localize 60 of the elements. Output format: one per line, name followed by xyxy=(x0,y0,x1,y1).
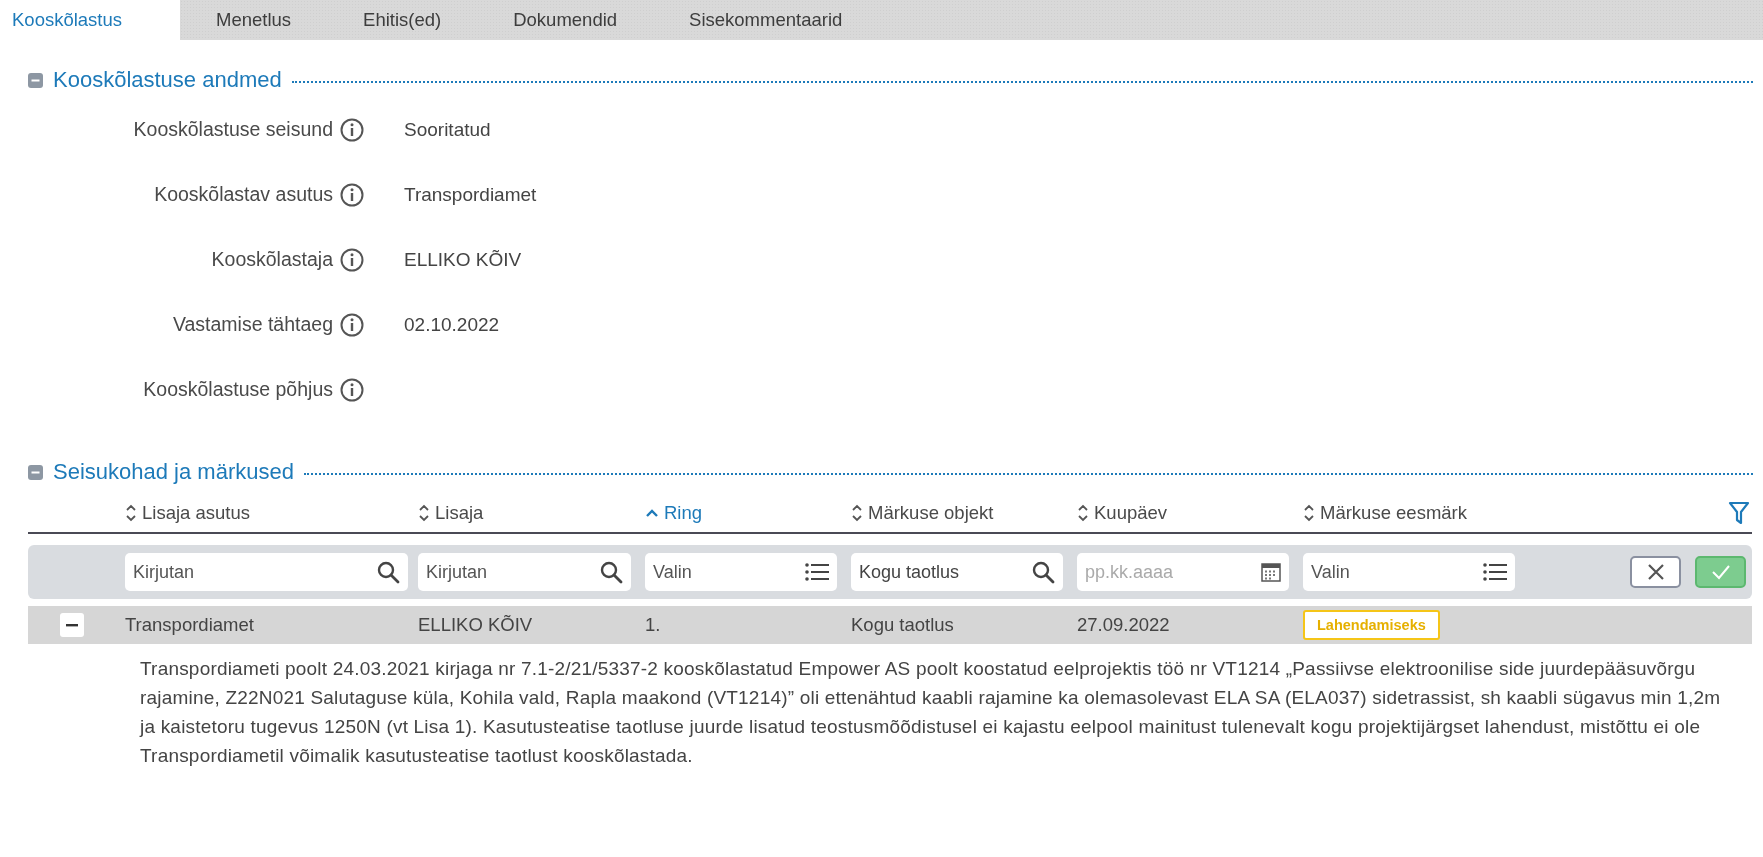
tab[interactable]: Ehitis(ed) xyxy=(327,0,478,40)
sort-icon[interactable] xyxy=(418,503,430,523)
tab[interactable]: Menetlus xyxy=(180,0,328,40)
collapse-toggle[interactable] xyxy=(28,72,43,88)
search-icon[interactable] xyxy=(1031,560,1055,584)
table-cell: 27.09.2022 xyxy=(1077,614,1170,635)
status-tag: Lahendamiseks xyxy=(1303,610,1440,640)
info-icon[interactable] xyxy=(340,377,364,402)
table-cell: Transpordiamet xyxy=(125,614,254,635)
list-icon[interactable] xyxy=(805,562,829,582)
tab[interactable]: Dokumendid xyxy=(477,0,654,40)
remark-text: Transpordiameti poolt 24.03.2021 kirjaga nr 7.1-2/21/5337-2 kooskõlastatud Empower AS poolt koostatud eelprojektis töö nr VT1214 „Passiivse elektroonilise side juurdepääsuvõrgu rajamine, Z22N021 Salutaguse küla, Kohila vald, Rapla maakond (VT1214)” oli ettenähtud kaabli rajamine ka olemasolevast ELA SA (ELA037) sidetrassist, sh kaabli sügavus min 1,2m ja kaistetoru tugevus 1250N (vt Lisa 1). Kasutusteatise taotluse juurde lisatud teostusmõõdistusel ei kajastu eelpool mainitust tulenevalt kogu projektijärgset lahendust, mistõttu ei ole Transpordiametil võimalik kasutusteatise taotlust kooskõlastada. xyxy=(140,657,1722,768)
calendar-icon[interactable] xyxy=(1261,562,1281,582)
field-value: ELLIKO KÕIV xyxy=(404,248,522,271)
field-label: Kooskõlastuse seisund xyxy=(133,118,333,141)
sort-ascending-icon[interactable] xyxy=(645,508,659,518)
search-icon[interactable] xyxy=(599,560,623,584)
column-header[interactable]: Märkuse objekt xyxy=(868,502,994,524)
sort-icon[interactable] xyxy=(125,503,137,523)
filter-icon[interactable] xyxy=(1728,501,1750,525)
info-icon[interactable] xyxy=(340,247,364,272)
collapse-toggle[interactable] xyxy=(28,464,43,480)
sort-icon[interactable] xyxy=(1303,503,1315,523)
column-header[interactable]: Märkuse eesmärk xyxy=(1320,502,1467,524)
field-label: Vastamise tähtaeg xyxy=(172,313,333,336)
column-header[interactable]: Lisaja asutus xyxy=(142,502,250,524)
field-label: Kooskõlastaja xyxy=(211,248,333,271)
info-icon[interactable] xyxy=(340,117,364,142)
field-label: Kooskõlastav asutus xyxy=(154,183,333,206)
table-cell: 1. xyxy=(645,614,661,635)
column-header[interactable]: Lisaja xyxy=(435,502,484,524)
table-cell: Kogu taotlus xyxy=(851,614,954,635)
filter-field[interactable]: Kirjutan xyxy=(125,553,408,591)
tab[interactable]: Sisekommentaarid xyxy=(653,0,879,40)
table-row[interactable]: Transpordiamet ELLIKO KÕIV 1. Kogu taotlus 27.09.2022 Lahendamiseks xyxy=(28,606,1752,644)
filter-field[interactable]: Valin xyxy=(1303,553,1515,591)
filter-field[interactable]: Kirjutan xyxy=(418,553,631,591)
field-value: Sooritatud xyxy=(404,118,491,141)
sort-icon[interactable] xyxy=(1077,503,1089,523)
tab[interactable]: Kooskõlastus xyxy=(0,0,180,40)
column-header[interactable]: Ring xyxy=(664,502,703,524)
row-toggle[interactable] xyxy=(60,613,84,637)
close-icon xyxy=(1645,562,1666,582)
field-label: Kooskõlastuse põhjus xyxy=(143,378,333,401)
list-icon[interactable] xyxy=(1483,562,1507,582)
field-value: 02.10.2022 xyxy=(404,313,500,336)
filter-field[interactable]: Valin xyxy=(645,553,837,591)
filter-field[interactable]: pp.kk.aaaa xyxy=(1077,553,1289,591)
search-icon[interactable] xyxy=(376,560,400,584)
filter-field[interactable]: Kogu taotlus xyxy=(851,553,1063,591)
section-title: Kooskõlastuse andmed xyxy=(53,67,282,93)
sort-icon[interactable] xyxy=(851,503,863,523)
info-icon[interactable] xyxy=(340,182,364,207)
info-icon[interactable] xyxy=(340,312,364,337)
section-title: Seisukohad ja märkused xyxy=(53,459,294,485)
check-icon xyxy=(1709,563,1732,581)
clear-button[interactable] xyxy=(1630,556,1681,588)
table-cell: ELLIKO KÕIV xyxy=(418,614,533,635)
field-value: Transpordiamet xyxy=(404,183,537,206)
column-header[interactable]: Kuupäev xyxy=(1094,502,1168,524)
